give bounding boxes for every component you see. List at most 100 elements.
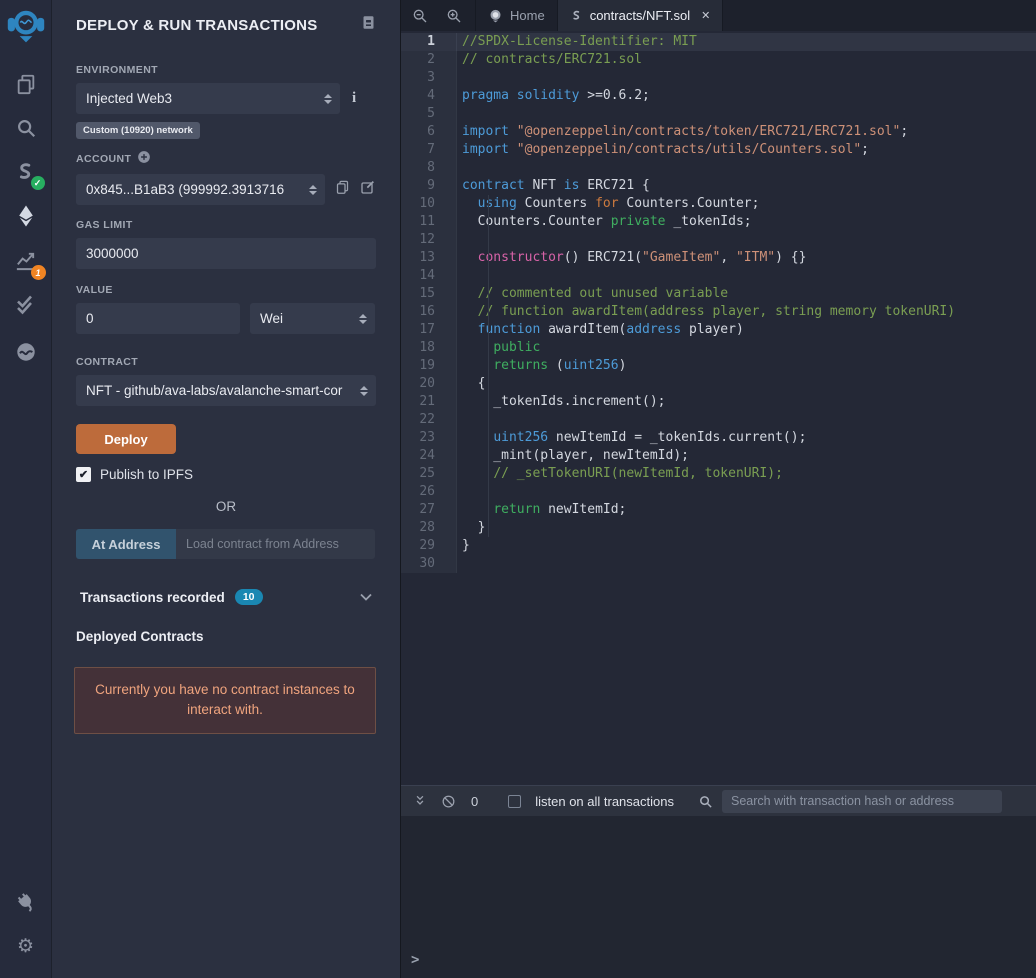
panel-title: DEPLOY & RUN TRANSACTIONS — [76, 17, 317, 34]
docs-icon[interactable] — [361, 14, 376, 36]
code-line[interactable]: 19 returns (uint256) — [401, 357, 1036, 375]
zoom-out-icon[interactable] — [403, 0, 437, 31]
terminal-output[interactable]: > — [401, 816, 1036, 978]
no-instances-warning: Currently you have no contract instances… — [74, 667, 376, 734]
remix-logo-icon[interactable] — [0, 0, 52, 50]
terminal-prompt: > — [411, 952, 419, 968]
settings-icon[interactable]: ⚙ — [0, 924, 52, 968]
indent-guide — [488, 195, 489, 537]
solidity-compiler-icon[interactable]: ✓ — [0, 150, 52, 194]
transactions-recorded-label: Transactions recorded — [80, 590, 225, 605]
close-tab-icon[interactable]: ✕ — [701, 9, 710, 22]
code-line[interactable]: 3 — [401, 69, 1036, 87]
at-address-button[interactable]: At Address — [76, 529, 176, 559]
chevron-down-icon — [360, 588, 372, 606]
contract-value: NFT - github/ava-labs/avalanche-smart-co… — [86, 383, 366, 398]
tab-file-label: contracts/NFT.sol — [590, 8, 690, 23]
code-line[interactable]: 18 public — [401, 339, 1036, 357]
terminal-search-icon — [694, 794, 716, 809]
code-line[interactable]: 2// contracts/ERC721.sol — [401, 51, 1036, 69]
deploy-run-icon[interactable] — [0, 194, 52, 238]
code-line[interactable]: 9contract NFT is ERC721 { — [401, 177, 1036, 195]
code-line[interactable]: 11 Counters.Counter private _tokenIds; — [401, 213, 1036, 231]
copy-account-icon[interactable] — [335, 179, 350, 200]
unit-testing-icon[interactable] — [0, 282, 52, 326]
code-line[interactable]: 27 return newItemId; — [401, 501, 1036, 519]
contract-select[interactable]: NFT - github/ava-labs/avalanche-smart-co… — [76, 375, 376, 406]
code-line[interactable]: 16 // function awardItem(address player,… — [401, 303, 1036, 321]
value-unit-select[interactable]: Wei — [250, 303, 375, 334]
gas-limit-label: GAS LIMIT — [76, 219, 376, 231]
code-line[interactable]: 21 _tokenIds.increment(); — [401, 393, 1036, 411]
code-line[interactable]: 4pragma solidity >=0.6.2; — [401, 87, 1036, 105]
code-line[interactable]: 25 // _setTokenURI(newItemId, tokenURI); — [401, 465, 1036, 483]
contract-label: CONTRACT — [76, 356, 376, 368]
remix-ide: ✓ 1 — [0, 0, 1036, 978]
code-line[interactable]: 28 } — [401, 519, 1036, 537]
collapse-terminal-icon[interactable] — [409, 794, 431, 808]
code-line[interactable]: 26 — [401, 483, 1036, 501]
deploy-button[interactable]: Deploy — [76, 424, 176, 454]
editor-area: Home contracts/NFT.sol ✕ 1//SPDX-License… — [400, 0, 1036, 978]
tab-home[interactable]: Home — [475, 0, 558, 31]
plugin-manager-icon[interactable] — [0, 880, 52, 924]
environment-label: ENVIRONMENT — [76, 64, 376, 76]
chevron-updown-icon — [359, 314, 367, 324]
search-icon[interactable] — [0, 106, 52, 150]
code-line[interactable]: 23 uint256 newItemId = _tokenIds.current… — [401, 429, 1036, 447]
code-line[interactable]: 7import "@openzeppelin/contracts/utils/C… — [401, 141, 1036, 159]
at-address-input[interactable] — [176, 529, 375, 559]
code-line[interactable]: 15 // commented out unused variable — [401, 285, 1036, 303]
add-account-icon[interactable] — [137, 150, 151, 167]
gas-limit-input[interactable] — [76, 238, 376, 269]
code-line[interactable]: 6import "@openzeppelin/contracts/token/E… — [401, 123, 1036, 141]
analysis-badge: 1 — [31, 265, 46, 280]
terminal-bar: 0 listen on all transactions — [401, 785, 1036, 816]
code-line[interactable]: 29} — [401, 537, 1036, 555]
debugger-icon[interactable] — [0, 330, 52, 374]
value-input[interactable] — [76, 303, 240, 334]
terminal-search-input[interactable] — [722, 790, 1002, 813]
network-badge: Custom (10920) network — [76, 122, 200, 139]
publish-ipfs-checkbox[interactable]: ✔ — [76, 467, 91, 482]
code-line[interactable]: 24 _mint(player, newItemId); — [401, 447, 1036, 465]
code-line[interactable]: 22 — [401, 411, 1036, 429]
value-unit: Wei — [260, 311, 365, 326]
code-line[interactable]: 30 — [401, 555, 1036, 573]
zoom-in-icon[interactable] — [437, 0, 471, 31]
analysis-icon[interactable]: 1 — [0, 238, 52, 282]
code-line[interactable]: 10 using Counters for Counters.Counter; — [401, 195, 1036, 213]
code-line[interactable]: 17 function awardItem(address player) — [401, 321, 1036, 339]
tab-home-label: Home — [510, 8, 545, 23]
chevron-updown-icon — [360, 386, 368, 396]
account-value: 0x845...B1aB3 (999992.3913716 — [86, 182, 315, 197]
pending-tx-count: 0 — [471, 794, 478, 809]
code-line[interactable]: 12 — [401, 231, 1036, 249]
transactions-recorded-toggle[interactable]: Transactions recorded 10 — [76, 588, 376, 606]
account-select[interactable]: 0x845...B1aB3 (999992.3913716 — [76, 174, 325, 205]
value-label: VALUE — [76, 284, 376, 296]
code-line[interactable]: 14 — [401, 267, 1036, 285]
code-line[interactable]: 1//SPDX-License-Identifier: MIT — [401, 33, 1036, 51]
code-line[interactable]: 5 — [401, 105, 1036, 123]
listen-transactions-checkbox[interactable] — [508, 795, 521, 808]
account-label: ACCOUNT — [76, 150, 376, 167]
edit-account-icon[interactable] — [360, 179, 376, 200]
account-label-text: ACCOUNT — [76, 153, 131, 165]
tab-contracts-nft-sol[interactable]: contracts/NFT.sol ✕ — [558, 0, 724, 31]
code-line[interactable]: 8 — [401, 159, 1036, 177]
remix-home-icon — [488, 8, 503, 23]
file-explorer-icon[interactable] — [0, 62, 52, 106]
code-line[interactable]: 13 constructor() ERC721("GameItem", "ITM… — [401, 249, 1036, 267]
deploy-run-panel: DEPLOY & RUN TRANSACTIONS ENVIRONMENT In… — [52, 0, 400, 978]
tab-bar: Home contracts/NFT.sol ✕ — [401, 0, 1036, 31]
code-editor[interactable]: 1//SPDX-License-Identifier: MIT2// contr… — [401, 31, 1036, 785]
no-instances-warning-text: Currently you have no contract instances… — [93, 680, 357, 721]
code-line[interactable]: 20 { — [401, 375, 1036, 393]
code-lines: 1//SPDX-License-Identifier: MIT2// contr… — [401, 33, 1036, 573]
publish-ipfs-label: Publish to IPFS — [100, 467, 193, 482]
transactions-count-badge: 10 — [235, 589, 263, 605]
clear-console-icon[interactable] — [437, 794, 459, 809]
environment-info-icon[interactable]: i — [352, 90, 356, 107]
environment-select[interactable]: Injected Web3 — [76, 83, 340, 114]
